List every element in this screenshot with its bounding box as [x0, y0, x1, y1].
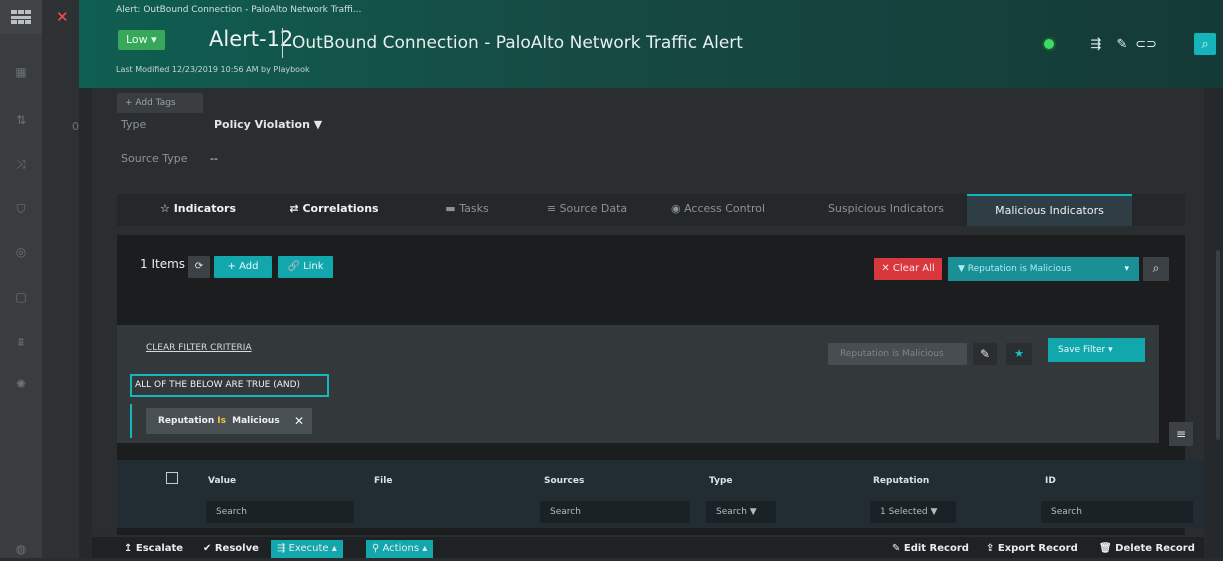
- execute-button[interactable]: ⇶ Execute ▴: [271, 540, 343, 558]
- refresh-button[interactable]: ⟳: [188, 256, 210, 278]
- type-dropdown[interactable]: Policy Violation ▼: [214, 118, 322, 131]
- link-icon[interactable]: ⊂⊃: [1135, 33, 1157, 55]
- stray-digit: 0: [72, 120, 79, 133]
- tab-correlations[interactable]: ⇄ Correlations: [273, 194, 395, 226]
- actions-button[interactable]: ⚲ Actions ▴: [366, 540, 434, 558]
- clear-all-button[interactable]: ✕ Clear All: [874, 258, 942, 280]
- escalate-button[interactable]: ↥ Escalate: [124, 540, 183, 558]
- search-id-input[interactable]: Search: [1041, 501, 1193, 523]
- tab-access-control[interactable]: ◉ Access Control: [653, 194, 783, 226]
- condition-operator: Is: [217, 416, 226, 426]
- swap-icon: ⇄: [289, 202, 299, 215]
- briefcase-icon[interactable]: ▢: [0, 285, 42, 309]
- chart-icon[interactable]: ⩩: [0, 330, 42, 354]
- reputation-select[interactable]: 1 Selected ▼: [870, 501, 956, 523]
- left-sidebar: ▦ ⇅ ⤨ ⛉ ◎ ▢ ⩩ ✺ ◍: [0, 0, 42, 558]
- remove-condition-icon[interactable]: ✕: [294, 408, 304, 434]
- column-id[interactable]: ID: [1045, 476, 1056, 486]
- tab-bar: ☆ Indicators ⇄ Correlations ▬ Tasks ≡ So…: [117, 194, 1185, 226]
- search-sources-input[interactable]: Search: [540, 501, 690, 523]
- compass-icon[interactable]: ◎: [0, 240, 42, 264]
- column-file[interactable]: File: [374, 476, 392, 486]
- tab-label: Suspicious Indicators: [827, 202, 945, 215]
- edit-record-button[interactable]: ✎ Edit Record: [892, 540, 969, 558]
- tab-tasks[interactable]: ▬ Tasks: [407, 194, 527, 226]
- type-label: Type: [121, 118, 147, 131]
- tab-malicious-indicators[interactable]: Malicious Indicators: [967, 194, 1132, 226]
- condition-field: Reputation: [158, 416, 215, 426]
- filter-label: ▼ Reputation is Malicious: [958, 264, 1072, 274]
- status-dot-icon: [1038, 33, 1060, 55]
- column-sources[interactable]: Sources: [544, 476, 584, 486]
- select-all-checkbox[interactable]: [166, 472, 178, 484]
- edit-icon[interactable]: ✎: [973, 343, 997, 365]
- tab-source-data[interactable]: ≡ Source Data: [527, 194, 647, 226]
- settings-icon[interactable]: ✺: [0, 372, 42, 396]
- tab-suspicious-indicators[interactable]: Suspicious Indicators: [811, 194, 961, 226]
- priority-dropdown[interactable]: Low ▾: [118, 30, 165, 50]
- edit-pencil-icon[interactable]: ✎: [1111, 33, 1133, 55]
- shield-icon: ◉: [670, 202, 681, 215]
- source-type-label: Source Type: [121, 152, 188, 165]
- menu-icon[interactable]: ≡: [1169, 422, 1193, 446]
- type-select[interactable]: Search ▼: [706, 501, 776, 523]
- condition-bar: [130, 404, 132, 438]
- tab-label: Source Data: [559, 202, 628, 215]
- close-column: ✕ 0: [42, 0, 79, 558]
- queue-icon[interactable]: ⇅: [0, 108, 42, 132]
- tab-indicators[interactable]: ☆ Indicators: [133, 194, 263, 226]
- profile-icon[interactable]: ◍: [0, 537, 42, 561]
- tasks-icon: ▬: [445, 202, 456, 215]
- playbook-icon[interactable]: ⇶: [1085, 33, 1107, 55]
- tab-label: Tasks: [459, 202, 489, 215]
- clear-filter-criteria-link[interactable]: CLEAR FILTER CRITERIA: [146, 343, 252, 353]
- search-icon[interactable]: ⌕: [1143, 257, 1169, 281]
- close-icon[interactable]: ✕: [56, 8, 69, 26]
- condition-value: Malicious: [232, 416, 280, 426]
- filter-condition-chip[interactable]: Reputation Is Malicious ✕: [146, 408, 312, 434]
- filter-name-input[interactable]: Reputation is Malicious: [828, 343, 967, 365]
- column-value[interactable]: Value: [208, 476, 236, 486]
- tab-label: Correlations: [302, 202, 379, 215]
- reputation-filter-dropdown[interactable]: ▼ Reputation is Malicious ▾: [948, 257, 1139, 281]
- search-value-input[interactable]: Search: [206, 501, 354, 523]
- tab-label: Malicious Indicators: [995, 204, 1104, 217]
- resolve-button[interactable]: ✔ Resolve: [203, 540, 259, 558]
- alert-header: Alert: OutBound Connection - PaloAlto Ne…: [79, 0, 1223, 88]
- source-type-value: --: [210, 152, 218, 165]
- chevron-down-icon: ▾: [1124, 264, 1129, 274]
- tab-label: Access Control: [684, 202, 766, 215]
- add-button[interactable]: + Add: [214, 256, 272, 278]
- items-count: 1 Items: [140, 257, 186, 271]
- and-group-label[interactable]: ALL OF THE BELOW ARE TRUE (AND): [130, 374, 329, 397]
- star-icon: ☆: [159, 202, 170, 215]
- column-type[interactable]: Type: [709, 476, 732, 486]
- collaboration-icon[interactable]: ⌕: [1194, 33, 1216, 55]
- delete-record-button[interactable]: 🗑 Delete Record: [1099, 540, 1195, 558]
- correlation-icon[interactable]: ⤨: [0, 152, 42, 176]
- title-divider: [282, 28, 283, 58]
- grid-logo-icon[interactable]: [0, 0, 42, 34]
- scrollbar[interactable]: [1216, 250, 1220, 440]
- database-icon: ≡: [546, 202, 557, 215]
- last-modified: Last Modified 12/23/2019 10:56 AM by Pla…: [116, 65, 310, 74]
- alert-title: OutBound Connection - PaloAlto Network T…: [292, 33, 743, 53]
- dashboard-icon[interactable]: ▦: [0, 60, 42, 84]
- shield-icon[interactable]: ⛉: [0, 197, 42, 221]
- breadcrumb[interactable]: Alert: OutBound Connection - PaloAlto Ne…: [116, 5, 361, 15]
- tab-label: Indicators: [173, 202, 237, 215]
- save-filter-button[interactable]: Save Filter ▾: [1048, 338, 1145, 362]
- column-reputation[interactable]: Reputation: [873, 476, 929, 486]
- add-tags-button[interactable]: + Add Tags: [117, 93, 203, 113]
- link-button[interactable]: 🔗 Link: [278, 256, 333, 278]
- export-record-button[interactable]: ⇪ Export Record: [986, 540, 1078, 558]
- star-icon[interactable]: ★: [1006, 343, 1032, 365]
- alert-id: Alert-12: [209, 27, 294, 51]
